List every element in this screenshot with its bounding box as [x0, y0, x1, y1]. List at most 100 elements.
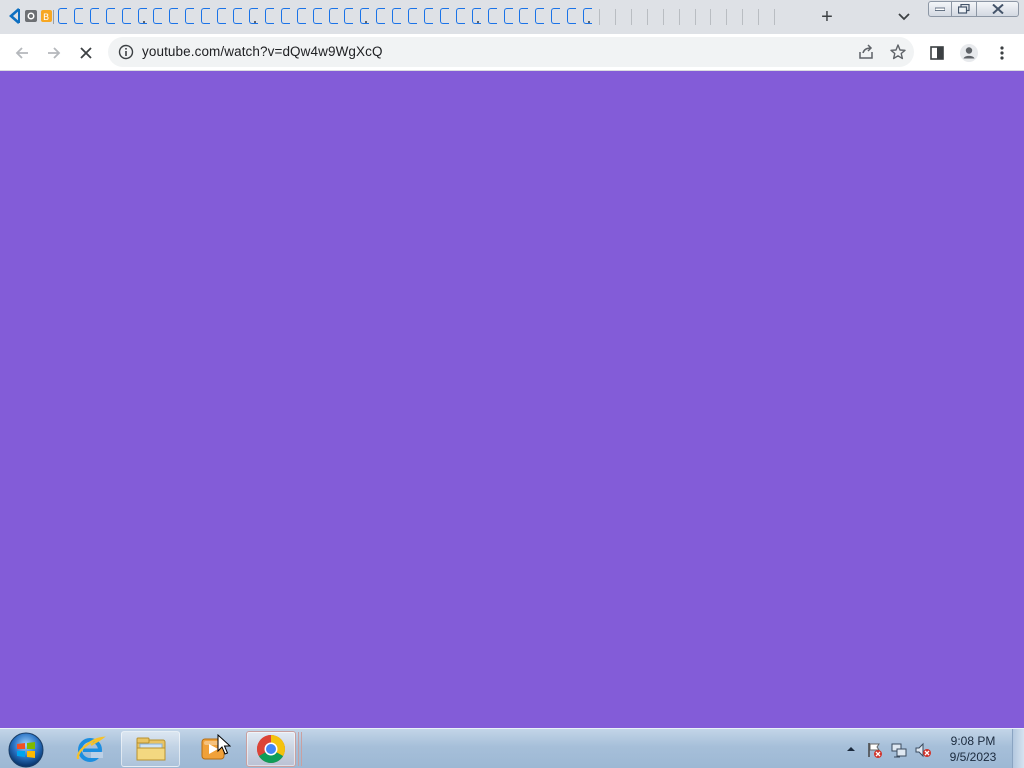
bookmark-star-icon[interactable] [889, 43, 907, 61]
blank-page-icon [313, 8, 322, 24]
blank-page-icon [106, 8, 115, 24]
site-info-icon[interactable] [118, 44, 134, 60]
browser-tab-collapsed[interactable] [663, 9, 673, 25]
browser-tab-collapsed[interactable] [710, 9, 720, 25]
share-icon[interactable] [857, 43, 875, 61]
side-panel-button[interactable] [923, 39, 951, 67]
minimize-button[interactable] [928, 1, 952, 17]
browser-tab-collapsed[interactable] [758, 9, 768, 25]
browser-tab[interactable] [567, 6, 583, 28]
browser-tab[interactable] [376, 6, 392, 28]
action-center-flag-icon[interactable] [866, 741, 884, 759]
menu-button[interactable] [988, 39, 1016, 67]
windows-taskbar: 9:08 PM 9/5/2023 [0, 728, 1024, 768]
page-content[interactable] [0, 71, 1024, 728]
taskbar-internet-explorer[interactable] [66, 731, 114, 767]
browser-tab[interactable] [90, 6, 106, 28]
browser-tab[interactable] [519, 6, 535, 28]
profile-button[interactable] [955, 39, 983, 67]
browser-tab[interactable] [313, 6, 329, 28]
browser-tab[interactable] [329, 6, 345, 28]
back-button[interactable] [8, 39, 36, 67]
blank-page-icon [58, 8, 67, 24]
show-hidden-icons-icon[interactable] [846, 745, 856, 753]
minimize-icon [935, 7, 945, 11]
address-url[interactable]: youtube.com/watch?v=dQw4w9WgXcQ [142, 44, 383, 59]
browser-tab[interactable] [265, 6, 281, 28]
browser-tab[interactable] [488, 6, 504, 28]
address-bar[interactable]: youtube.com/watch?v=dQw4w9WgXcQ [108, 37, 914, 67]
browser-tab[interactable] [440, 6, 456, 28]
browser-tab-collapsed[interactable] [647, 9, 657, 25]
browser-tab-collapsed[interactable] [679, 9, 689, 25]
taskbar-clock[interactable]: 9:08 PM 9/5/2023 [940, 733, 1006, 765]
browser-tab[interactable] [344, 6, 360, 28]
browser-tab-collapsed[interactable] [631, 9, 641, 25]
taskbar-google-chrome[interactable] [246, 731, 296, 767]
browser-tab[interactable] [583, 6, 599, 28]
show-desktop-button[interactable] [1012, 729, 1024, 768]
browser-tab[interactable] [551, 6, 567, 28]
volume-muted-icon[interactable] [914, 741, 932, 759]
blank-page-icon [281, 8, 290, 24]
browser-tab[interactable] [249, 6, 265, 28]
browser-tab-collapsed[interactable] [695, 9, 705, 25]
browser-tab[interactable] [106, 6, 122, 28]
stop-button[interactable] [72, 39, 100, 67]
blank-page-icon [185, 8, 194, 24]
browser-tab[interactable] [281, 6, 297, 28]
browser-tab[interactable] [408, 6, 424, 28]
browser-tab[interactable] [185, 6, 201, 28]
browser-tab-collapsed[interactable] [615, 9, 625, 25]
clock-time: 9:08 PM [950, 734, 996, 748]
blank-page-icon [74, 8, 83, 24]
browser-tab[interactable] [122, 6, 138, 28]
blank-page-icon [297, 8, 306, 24]
blank-page-icon [504, 8, 513, 24]
browser-tab[interactable] [424, 6, 440, 28]
browser-tab[interactable] [472, 6, 488, 28]
blank-page-icon [201, 8, 210, 24]
tab-vscode[interactable] [8, 6, 20, 28]
taskbar-file-explorer[interactable] [121, 731, 180, 767]
browser-tab-collapsed[interactable] [774, 9, 784, 25]
browser-tab[interactable] [392, 6, 408, 28]
blank-page-icon [551, 8, 560, 24]
blank-page-icon [392, 8, 401, 24]
blank-page-icon [233, 8, 242, 24]
browser-tab[interactable] [535, 6, 551, 28]
tab-search-icon[interactable] [894, 8, 914, 26]
new-tab-button[interactable]: + [815, 6, 839, 28]
blank-page-icon [519, 8, 528, 24]
restore-button[interactable] [951, 1, 977, 17]
tab-strip: B + [0, 0, 1024, 34]
browser-tab[interactable] [138, 6, 154, 28]
browser-tab-collapsed[interactable] [742, 9, 752, 25]
start-button[interactable] [6, 731, 46, 768]
browser-tab[interactable] [456, 6, 472, 28]
browser-tab[interactable] [201, 6, 217, 28]
tab-separator [53, 10, 54, 24]
browser-tab[interactable] [74, 6, 90, 28]
browser-tab[interactable] [153, 6, 169, 28]
browser-tab[interactable] [504, 6, 520, 28]
tab-github[interactable] [24, 6, 38, 28]
browser-tab[interactable] [297, 6, 313, 28]
restore-icon [958, 4, 970, 14]
browser-tab-collapsed[interactable] [726, 9, 736, 25]
browser-tab[interactable] [169, 6, 185, 28]
svg-text:B: B [43, 13, 49, 23]
network-icon[interactable] [890, 741, 908, 759]
browser-tab[interactable] [233, 6, 249, 28]
browser-tab-collapsed[interactable] [599, 9, 609, 25]
folder-icon [136, 737, 165, 761]
browser-tab[interactable] [58, 6, 74, 28]
blank-page-icon [535, 8, 544, 24]
blank-page-icon [122, 8, 131, 24]
close-button[interactable] [976, 1, 1019, 17]
tab-bitcoin[interactable]: B [40, 6, 54, 28]
browser-tab[interactable] [217, 6, 233, 28]
browser-toolbar: youtube.com/watch?v=dQw4w9WgXcQ [0, 34, 1024, 71]
browser-tab[interactable] [360, 6, 376, 28]
forward-button[interactable] [40, 39, 68, 67]
